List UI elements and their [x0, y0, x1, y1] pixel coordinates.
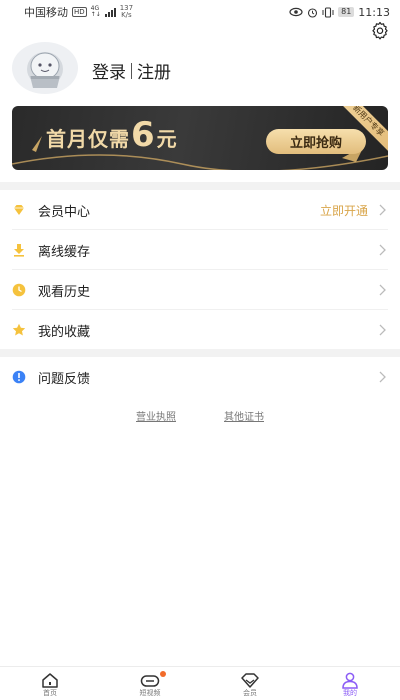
menu-label: 观看历史 — [38, 284, 91, 300]
login-link[interactable]: 登录 — [92, 58, 126, 83]
vip-promo-banner[interactable]: 首月仅需 6 元 立即抢购 新用户专享 — [12, 106, 388, 170]
carrier-label: 中国移动 — [24, 6, 68, 19]
download-icon — [14, 244, 24, 257]
speed-unit: K/s — [121, 11, 132, 19]
nav-item-short-video[interactable]: 短视频 — [100, 667, 200, 700]
signal-icon — [104, 7, 116, 17]
buy-now-button[interactable]: 立即抢购 — [266, 129, 366, 154]
battery-indicator: 81 — [338, 7, 355, 17]
network-arrows: ↑↓ — [90, 11, 101, 18]
open-now-link[interactable]: 立即开通 — [320, 202, 368, 219]
chevron-right-icon — [379, 284, 386, 296]
menu-label: 会员中心 — [38, 204, 91, 220]
banner-amount: 6 — [131, 115, 156, 155]
robot-avatar-icon — [27, 52, 63, 88]
menu-label: 问题反馈 — [38, 371, 91, 387]
bottom-nav: 首页 短视频 会员 我的 — [0, 666, 400, 700]
chevron-right-icon — [379, 324, 386, 336]
nav-label: 我的 — [343, 689, 357, 697]
home-icon — [42, 673, 58, 688]
other-certificates-link[interactable]: 其他证书 — [224, 408, 264, 423]
avatar[interactable] — [12, 42, 78, 94]
chevron-right-icon — [379, 371, 386, 383]
business-license-link[interactable]: 营业执照 — [136, 408, 176, 423]
menu-item-vip-center[interactable]: 会员中心 立即开通 — [0, 190, 400, 230]
register-link[interactable]: 注册 — [137, 58, 171, 83]
network-speed: 137 K/s — [120, 5, 133, 19]
nav-item-mine[interactable]: 我的 — [300, 667, 400, 700]
link-icon — [140, 675, 160, 687]
eye-icon — [289, 7, 303, 17]
status-bar-left: 中国移动 HD 4G ↑↓ 137 K/s — [24, 4, 133, 20]
nav-label: 首页 — [43, 689, 57, 697]
diamond-icon — [14, 205, 24, 215]
clock-icon — [12, 283, 26, 297]
nav-item-vip[interactable]: 会员 — [200, 667, 300, 700]
nav-label: 短视频 — [139, 689, 161, 697]
person-icon — [342, 672, 358, 689]
hd-badge: HD — [72, 7, 87, 17]
diamond-icon — [241, 673, 259, 688]
status-bar: 中国移动 HD 4G ↑↓ 137 K/s 81 11:13 — [0, 0, 400, 24]
vibrate-icon — [322, 6, 334, 18]
network-indicator: 4G ↑↓ — [91, 6, 101, 18]
nav-label: 会员 — [243, 689, 257, 697]
section-divider — [0, 349, 400, 357]
clock-time: 11:13 — [358, 5, 390, 19]
section-divider — [0, 182, 400, 190]
banner-suffix: 元 — [156, 127, 178, 151]
menu-item-watch-history[interactable]: 观看历史 — [0, 270, 400, 310]
menu-label: 离线缓存 — [38, 244, 91, 260]
alarm-icon — [308, 7, 318, 18]
chevron-right-icon — [379, 244, 386, 256]
star-icon — [12, 323, 26, 336]
settings-gear-icon[interactable] — [370, 20, 390, 40]
status-bar-right: 81 11:13 — [289, 6, 390, 19]
menu-item-offline-cache[interactable]: 离线缓存 — [0, 230, 400, 270]
auth-separator — [131, 62, 132, 79]
info-icon — [12, 370, 26, 384]
banner-headline: 首月仅需 6 元 — [46, 118, 178, 152]
auth-links: 登录 注册 — [92, 58, 171, 83]
nav-item-home[interactable]: 首页 — [0, 667, 100, 700]
chevron-right-icon — [379, 204, 386, 216]
notification-dot — [160, 671, 166, 677]
banner-prefix: 首月仅需 — [46, 127, 130, 151]
menu-item-favorites[interactable]: 我的收藏 — [0, 310, 400, 350]
menu-item-feedback[interactable]: 问题反馈 — [0, 357, 400, 397]
menu-label: 我的收藏 — [38, 324, 91, 340]
license-links: 营业执照 其他证书 — [0, 408, 400, 423]
